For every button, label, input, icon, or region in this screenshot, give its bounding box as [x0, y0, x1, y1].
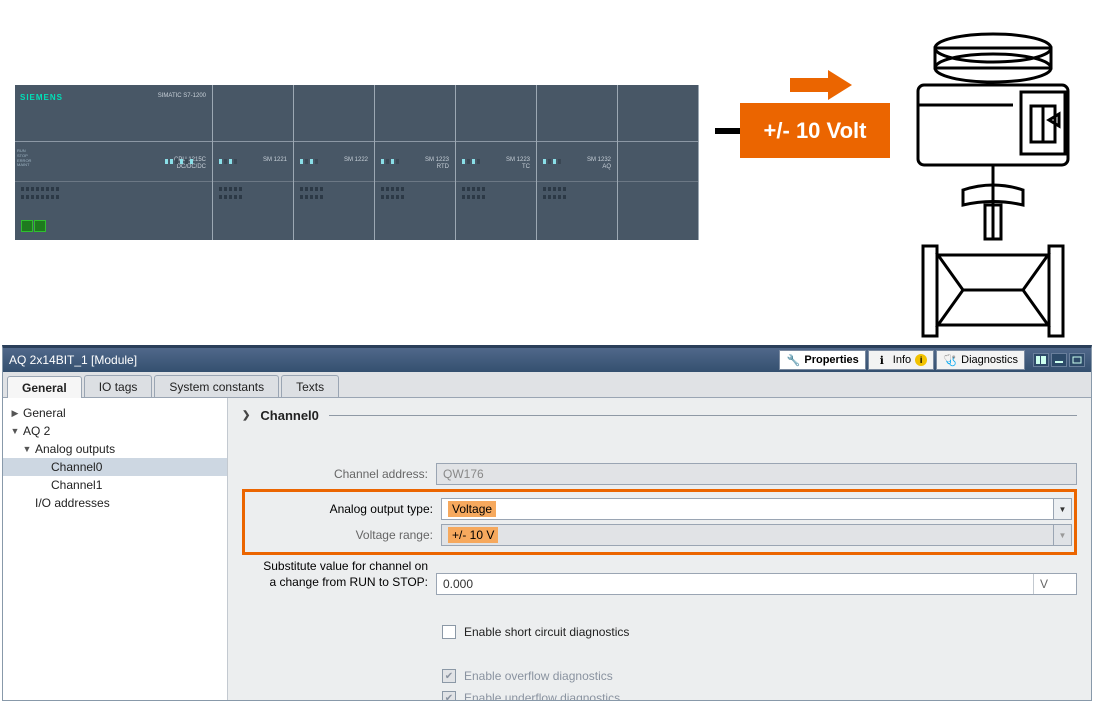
titlebar-tab-diagnostics[interactable]: 🩺 Diagnostics — [936, 350, 1025, 370]
info-icon: ℹ — [875, 353, 889, 367]
expand-icon[interactable]: ▼ — [21, 444, 33, 454]
value: 0.000 — [443, 577, 473, 591]
nav-item-general[interactable]: ▶General — [3, 404, 227, 422]
nav-label: Channel1 — [51, 478, 102, 492]
control-valve-icon — [893, 30, 1093, 343]
sm-module-empty — [618, 85, 699, 240]
checkbox-label: Enable short circuit diagnostics — [464, 625, 629, 639]
titlebar-tab-label: Diagnostics — [961, 354, 1018, 366]
content-pane: ❯ Channel0 Channel address: QW176 Analog… — [228, 398, 1091, 700]
ethernet-ports-icon — [21, 220, 49, 234]
tab-system-constants[interactable]: System constants — [154, 375, 279, 397]
dropdown-voltage-range: +/- 10 V ▼ — [441, 524, 1072, 546]
value: +/- 10 V — [448, 527, 498, 543]
panel-maximize-button[interactable] — [1069, 353, 1085, 367]
checkbox-label: Enable overflow diagnostics — [464, 669, 613, 683]
sm-label: SM 1223 TC — [506, 157, 530, 170]
family-label: SIMATIC S7-1200 — [158, 93, 206, 99]
dropdown-output-type[interactable]: Voltage ▼ — [441, 498, 1072, 520]
nav-item-aq2[interactable]: ▼AQ 2 — [3, 422, 227, 440]
diagnostics-icon: 🩺 — [943, 353, 957, 367]
nav-label: General — [23, 406, 66, 420]
nav-item-analog-outputs[interactable]: ▼Analog outputs — [3, 440, 227, 458]
checkbox-overflow: ✔ Enable overflow diagnostics — [442, 669, 1077, 683]
unit-label: V — [1033, 574, 1054, 594]
tab-io-tags[interactable]: IO tags — [84, 375, 153, 397]
titlebar-tab-properties[interactable]: 🔧 Properties — [779, 350, 865, 370]
sm-label: SM 1232 AQ — [587, 157, 611, 170]
lbl-channel-address: Channel address: — [242, 467, 428, 481]
brand-label: SIEMENS — [20, 93, 63, 102]
nav-label: Channel0 — [51, 460, 102, 474]
panel-title: AQ 2x14BIT_1 [Module] — [9, 353, 137, 367]
titlebar-tab-info[interactable]: ℹ Info i — [868, 350, 934, 370]
field-channel-address: QW176 — [436, 463, 1077, 485]
checkbox-short-circuit[interactable]: Enable short circuit diagnostics — [442, 625, 1077, 639]
cpu-status-labels: RUNSTOPERRORMAINT — [17, 149, 31, 168]
titlebar-tab-label: Properties — [804, 354, 858, 366]
sm-module: SM 1232 AQ — [537, 85, 618, 240]
tab-general[interactable]: General — [7, 376, 82, 398]
checkbox-label: Enable underflow diagnostics — [464, 691, 620, 700]
checkbox-icon[interactable] — [442, 625, 456, 639]
panel-minimize-button[interactable] — [1051, 353, 1067, 367]
panel-layout-button[interactable] — [1033, 353, 1049, 367]
chevron-down-icon: ▼ — [1053, 525, 1071, 545]
properties-panel: AQ 2x14BIT_1 [Module] 🔧 Properties ℹ Inf… — [2, 345, 1092, 701]
highlight-group: Analog output type: Voltage ▼ Voltage ra… — [242, 489, 1077, 555]
hardware-diagram: SIEMENS SIMATIC S7-1200 RUNSTOPERRORMAIN… — [15, 0, 1079, 340]
sm-module: SM 1223 RTD — [375, 85, 456, 240]
checkbox-icon: ✔ — [442, 669, 456, 683]
properties-icon: 🔧 — [786, 353, 800, 367]
lbl-substitute-value: Substitute value for channel ona change … — [242, 559, 428, 590]
panel-titlebar: AQ 2x14BIT_1 [Module] 🔧 Properties ℹ Inf… — [3, 348, 1091, 372]
sm-module: SM 1223 TC — [456, 85, 537, 240]
plc-rack: SIEMENS SIMATIC S7-1200 RUNSTOPERRORMAIN… — [15, 85, 699, 240]
tab-texts[interactable]: Texts — [281, 375, 339, 397]
value: QW176 — [443, 467, 484, 481]
expand-icon[interactable]: ▶ — [9, 408, 21, 419]
nav-item-channel1[interactable]: Channel1 — [3, 476, 227, 494]
arrow-right-icon — [790, 70, 852, 100]
nav-label: I/O addresses — [35, 496, 110, 510]
sm-label: SM 1221 — [263, 157, 287, 164]
signal-label-box: +/- 10 Volt — [740, 103, 890, 158]
nav-label: Analog outputs — [35, 442, 115, 456]
lbl-output-type: Analog output type: — [247, 502, 433, 516]
nav-tree[interactable]: ▶General ▼AQ 2 ▼Analog outputs Channel0 … — [3, 398, 228, 700]
value: Voltage — [448, 501, 496, 517]
checkbox-underflow: ✔ Enable underflow diagnostics — [442, 691, 1077, 700]
expand-icon[interactable]: ▼ — [9, 426, 21, 436]
property-tabs: General IO tags System constants Texts — [3, 372, 1091, 398]
input-substitute-value[interactable]: 0.000 V — [436, 573, 1077, 595]
nav-item-channel0[interactable]: Channel0 — [3, 458, 227, 476]
section-title: Channel0 — [260, 408, 319, 423]
chevron-down-icon[interactable]: ▼ — [1053, 499, 1071, 519]
sm-module: SM 1222 — [294, 85, 375, 240]
sm-module: SM 1221 — [213, 85, 294, 240]
signal-cable — [715, 128, 740, 134]
sm-label: SM 1223 RTD — [425, 157, 449, 170]
info-badge-icon: i — [915, 354, 927, 366]
checkbox-icon: ✔ — [442, 691, 456, 700]
cpu-module: SIEMENS SIMATIC S7-1200 RUNSTOPERRORMAIN… — [15, 85, 213, 240]
nav-label: AQ 2 — [23, 424, 50, 438]
sm-label: SM 1222 — [344, 157, 368, 164]
lbl-voltage-range: Voltage range: — [247, 528, 433, 542]
chevron-right-icon[interactable]: ❯ — [242, 410, 250, 421]
titlebar-tab-label: Info — [893, 354, 911, 366]
nav-item-io-addresses[interactable]: I/O addresses — [3, 494, 227, 512]
